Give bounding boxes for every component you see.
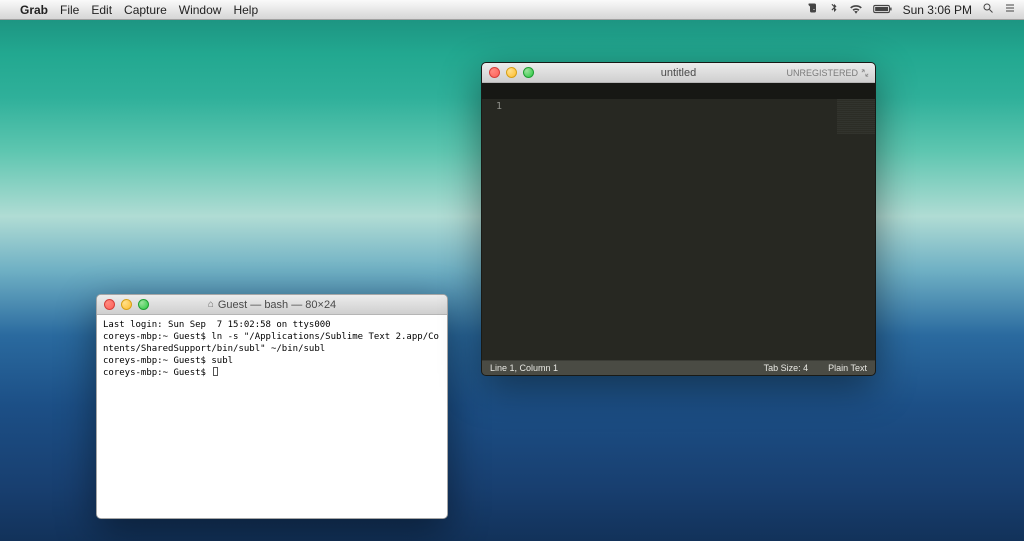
menu-window[interactable]: Window <box>179 3 222 17</box>
close-button[interactable] <box>104 299 115 310</box>
sublime-window[interactable]: untitled UNREGISTERED 1 Line 1, Column 1… <box>481 62 876 376</box>
menu-help[interactable]: Help <box>233 3 258 17</box>
minimize-button[interactable] <box>506 67 517 78</box>
terminal-title: ⌂Guest — bash — 80×24 <box>97 299 447 311</box>
unregistered-badge[interactable]: UNREGISTERED <box>786 68 869 78</box>
evernote-icon[interactable] <box>807 2 819 17</box>
bluetooth-icon[interactable] <box>829 2 839 17</box>
code-area[interactable] <box>508 99 837 360</box>
wifi-icon[interactable] <box>849 3 863 17</box>
menu-edit[interactable]: Edit <box>91 3 112 17</box>
line-number: 1 <box>482 101 502 112</box>
menu-capture[interactable]: Capture <box>124 3 167 17</box>
terminal-titlebar[interactable]: ⌂Guest — bash — 80×24 <box>97 295 447 315</box>
status-cursor-pos: Line 1, Column 1 <box>490 363 558 373</box>
notification-center-icon[interactable] <box>1004 2 1016 17</box>
terminal-prompt: coreys-mbp:~ Guest$ <box>103 368 211 378</box>
minimize-button[interactable] <box>121 299 132 310</box>
line-number-gutter: 1 <box>482 99 508 360</box>
terminal-line: coreys-mbp:~ Guest$ ln -s "/Applications… <box>103 332 439 354</box>
home-icon: ⌂ <box>208 299 214 310</box>
sublime-tabbar[interactable] <box>482 83 875 99</box>
menu-file[interactable]: File <box>60 3 79 17</box>
window-controls <box>104 299 149 310</box>
close-button[interactable] <box>489 67 500 78</box>
terminal-line: Last login: Sun Sep 7 15:02:58 on ttys00… <box>103 320 331 330</box>
menubar-clock[interactable]: Sun 3:06 PM <box>903 3 972 17</box>
expand-icon <box>861 69 869 77</box>
sublime-statusbar: Line 1, Column 1 Tab Size: 4 Plain Text <box>482 360 875 375</box>
terminal-line: coreys-mbp:~ Guest$ subl <box>103 356 233 366</box>
menubar: Grab File Edit Capture Window Help Sun 3… <box>0 0 1024 20</box>
zoom-button[interactable] <box>138 299 149 310</box>
zoom-button[interactable] <box>523 67 534 78</box>
spotlight-icon[interactable] <box>982 2 994 17</box>
window-controls <box>489 67 534 78</box>
minimap[interactable] <box>837 99 875 134</box>
status-syntax[interactable]: Plain Text <box>828 363 867 373</box>
terminal-cursor <box>213 367 218 376</box>
sublime-titlebar[interactable]: untitled UNREGISTERED <box>482 63 875 83</box>
battery-icon[interactable] <box>873 3 893 17</box>
terminal-body[interactable]: Last login: Sun Sep 7 15:02:58 on ttys00… <box>97 315 447 518</box>
terminal-window[interactable]: ⌂Guest — bash — 80×24 Last login: Sun Se… <box>96 294 448 519</box>
status-tab-size[interactable]: Tab Size: 4 <box>764 363 809 373</box>
app-menu[interactable]: Grab <box>20 3 48 17</box>
sublime-editor[interactable]: 1 <box>482 99 875 360</box>
